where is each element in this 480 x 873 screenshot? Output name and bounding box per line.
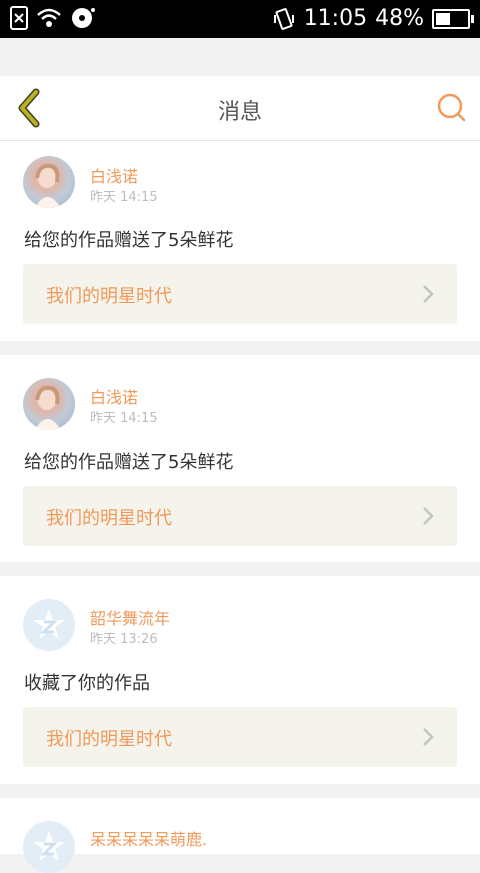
battery-percent: 48% (375, 6, 424, 31)
status-icons-left (10, 6, 96, 30)
message-card: 白浅诺 昨天 14:15 给您的作品赠送了5朵鲜花 我们的明星时代 (0, 141, 480, 341)
work-title: 我们的明星时代 (46, 508, 172, 529)
username[interactable]: 白浅诺 (90, 384, 138, 408)
work-title: 我们的明星时代 (46, 729, 172, 750)
top-spacer (0, 38, 480, 76)
user-photo-icon (35, 163, 61, 208)
chevron-right-icon (423, 285, 434, 303)
message-card: 白浅诺 昨天 14:15 给您的作品赠送了5朵鲜花 我们的明星时代 (0, 355, 480, 562)
work-link[interactable]: 我们的明星时代 (23, 264, 457, 324)
username[interactable]: 韶华舞流年 (90, 605, 170, 629)
message-card: 韶华舞流年 昨天 13:26 收藏了你的作品 我们的明星时代 (0, 576, 480, 784)
avatar[interactable] (23, 156, 75, 208)
username[interactable]: 白浅诺 (90, 163, 138, 187)
status-bar: 11:05 48% (0, 0, 480, 38)
search-icon (437, 93, 466, 122)
disc-icon (72, 8, 95, 28)
work-link[interactable]: 我们的明星时代 (23, 486, 457, 546)
avatar[interactable] (23, 378, 75, 430)
work-link[interactable]: 我们的明星时代 (23, 707, 457, 767)
chevron-right-icon (423, 507, 434, 525)
user-photo-icon (35, 385, 61, 430)
avatar[interactable] (23, 599, 75, 651)
wifi-icon (37, 8, 61, 27)
default-avatar-icon (33, 831, 65, 861)
page-title: 消息 (217, 100, 262, 125)
status-icons-right: 11:05 48% (272, 4, 474, 34)
message-text: 给您的作品赠送了5朵鲜花 (24, 452, 234, 473)
message-time: 昨天 14:15 (90, 411, 158, 426)
battery-icon (432, 9, 474, 29)
message-text: 给您的作品赠送了5朵鲜花 (24, 230, 234, 251)
search-button[interactable] (436, 92, 466, 122)
message-text: 收藏了你的作品 (24, 673, 150, 694)
sim-card-icon (10, 6, 28, 30)
nav-bar: 消息 (0, 76, 480, 141)
username[interactable]: 呆呆呆呆呆萌鹿. (90, 826, 207, 850)
work-title: 我们的明星时代 (46, 286, 172, 307)
chevron-right-icon (423, 728, 434, 746)
default-avatar-icon (33, 609, 65, 639)
vibrate-icon (273, 8, 294, 30)
message-card: 呆呆呆呆呆萌鹿. (0, 798, 480, 873)
clock: 11:05 (303, 6, 368, 31)
avatar[interactable] (23, 821, 75, 873)
message-time: 昨天 13:26 (90, 632, 158, 647)
message-time: 昨天 14:15 (90, 190, 158, 205)
